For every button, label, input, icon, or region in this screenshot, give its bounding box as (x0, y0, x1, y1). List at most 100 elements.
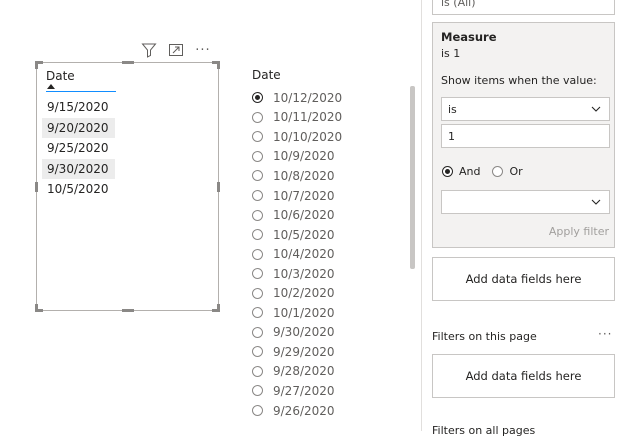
visual-header-toolbar: ··· (140, 41, 212, 59)
table-row[interactable]: 9/25/2020 (42, 138, 115, 159)
operator-value: is (448, 103, 457, 116)
filter-icon[interactable] (140, 41, 158, 59)
slicer-radio[interactable] (252, 209, 263, 221)
value-input-text: 1 (448, 130, 455, 143)
slicer-radio[interactable] (252, 150, 263, 162)
slicer-item[interactable]: 9/26/2020 (252, 401, 342, 421)
slicer-item[interactable]: 10/8/2020 (252, 166, 342, 186)
slicer-radio[interactable] (252, 92, 263, 104)
apply-filter-button[interactable]: Apply filter (549, 225, 609, 238)
or-radio[interactable] (492, 166, 504, 177)
add-data-fields-visual[interactable]: Add data fields here (432, 257, 615, 301)
slicer-item-label: 9/27/2020 (273, 383, 335, 398)
slicer-item[interactable]: 10/6/2020 (252, 205, 342, 225)
slicer-item-label: 9/26/2020 (273, 403, 335, 418)
slicer-item[interactable]: 9/29/2020 (252, 342, 342, 362)
slicer-radio[interactable] (252, 405, 263, 417)
slicer-item-label: 10/8/2020 (273, 168, 335, 183)
slicer-item-label: 10/2/2020 (273, 286, 335, 301)
sort-ascending-icon (47, 84, 55, 89)
filter-card-summary: is (All) (441, 0, 476, 9)
slicer-radio[interactable] (252, 326, 263, 338)
slicer-item-label: 10/1/2020 (273, 305, 335, 320)
slicer-item[interactable]: 10/12/2020 (252, 88, 342, 108)
slicer-item[interactable]: 10/9/2020 (252, 147, 342, 167)
slicer-list: 10/12/2020 10/11/2020 10/10/2020 10/9/2020 1… (252, 88, 342, 420)
slicer-item[interactable]: 10/5/2020 (252, 225, 342, 245)
resize-handle-bottom-right-v[interactable] (217, 304, 220, 312)
slicer-item[interactable]: 10/4/2020 (252, 244, 342, 264)
slicer-item-label: 10/12/2020 (273, 90, 343, 105)
slicer-radio[interactable] (252, 111, 263, 123)
slicer-item[interactable]: 9/30/2020 (252, 323, 342, 343)
slicer-item[interactable]: 10/11/2020 (252, 108, 342, 128)
table-row[interactable]: 9/20/2020 (42, 117, 115, 138)
slicer-item[interactable]: 9/28/2020 (252, 362, 342, 382)
or-label[interactable]: Or (509, 165, 522, 178)
second-operator-dropdown[interactable] (441, 190, 610, 214)
slicer-radio[interactable] (252, 346, 263, 358)
chevron-down-icon (591, 106, 601, 112)
slicer-radio[interactable] (252, 131, 263, 143)
table-body: 9/15/2020 9/20/2020 9/25/2020 9/30/2020 … (42, 97, 115, 200)
slicer-item-label: 10/9/2020 (273, 149, 335, 164)
and-label[interactable]: And (459, 165, 480, 178)
date-slicer: Date 10/12/2020 10/11/2020 10/10/2020 10/9/… (252, 68, 342, 418)
slicer-item[interactable]: 10/10/2020 (252, 127, 342, 147)
slicer-radio[interactable] (252, 287, 263, 299)
measure-filter-card: Measure is 1 Show items when the value: … (432, 22, 615, 248)
slicer-item-label: 10/3/2020 (273, 266, 335, 281)
filter-card-title[interactable]: Measure (441, 30, 497, 44)
slicer-item[interactable]: 10/2/2020 (252, 283, 342, 303)
resize-handle-bottom-left-v[interactable] (35, 304, 38, 312)
resize-handle-top-right-v[interactable] (217, 61, 220, 69)
slicer-radio[interactable] (252, 248, 263, 260)
more-options-icon[interactable]: ··· (194, 41, 212, 59)
focus-mode-icon[interactable] (167, 41, 185, 59)
resize-handle-bottom[interactable] (122, 309, 134, 312)
resize-handle-top[interactable] (122, 61, 134, 64)
slicer-item-label: 10/10/2020 (273, 129, 343, 144)
table-row[interactable]: 10/5/2020 (42, 179, 115, 200)
slicer-radio[interactable] (252, 229, 263, 241)
slicer-item-label: 10/7/2020 (273, 188, 335, 203)
slicer-item[interactable]: 9/27/2020 (252, 381, 342, 401)
resize-handle-top-left-v[interactable] (35, 61, 38, 69)
chevron-down-icon (591, 199, 601, 205)
add-data-fields-page[interactable]: Add data fields here (432, 354, 615, 398)
table-column-header-date[interactable]: Date (46, 69, 116, 92)
filters-pane: is (All) Measure is 1 Show items when th… (421, 0, 626, 437)
slicer-radio[interactable] (252, 268, 263, 280)
more-options-icon[interactable]: ··· (598, 327, 612, 341)
resize-handle-left[interactable] (35, 182, 38, 192)
slicer-item[interactable]: 10/7/2020 (252, 186, 342, 206)
filters-on-this-page-header: Filters on this page (432, 330, 537, 343)
table-row[interactable]: 9/30/2020 (42, 158, 115, 179)
slicer-radio[interactable] (252, 190, 263, 201)
slicer-item-label: 10/11/2020 (273, 110, 343, 125)
resize-handle-right[interactable] (217, 182, 220, 192)
slicer-item-label: 9/30/2020 (273, 325, 335, 340)
and-radio[interactable] (442, 166, 453, 177)
slicer-item-label: 10/6/2020 (273, 208, 335, 223)
slicer-item-label: 10/5/2020 (273, 227, 335, 242)
slicer-item[interactable]: 10/1/2020 (252, 303, 342, 323)
table-row[interactable]: 9/15/2020 (42, 97, 115, 118)
filter-card-collapsed[interactable]: is (All) (432, 0, 615, 15)
slicer-radio[interactable] (252, 307, 263, 319)
show-items-label: Show items when the value: (441, 74, 597, 87)
slicer-radio[interactable] (252, 170, 263, 182)
slicer-item-label: 10/4/2020 (273, 247, 335, 262)
slicer-radio[interactable] (252, 385, 263, 397)
slicer-item-label: 9/29/2020 (273, 344, 335, 359)
filter-card-summary: is 1 (441, 47, 461, 60)
value-input[interactable]: 1 (441, 124, 610, 148)
logic-radio-group: And Or (442, 165, 535, 178)
slicer-radio[interactable] (252, 365, 263, 377)
slicer-scrollbar[interactable] (410, 86, 415, 269)
slicer-title: Date (252, 68, 281, 82)
slicer-item-label: 9/28/2020 (273, 364, 335, 379)
slicer-item[interactable]: 10/3/2020 (252, 264, 342, 284)
operator-dropdown[interactable]: is (441, 97, 610, 121)
table-visual[interactable]: Date 9/15/2020 9/20/2020 9/25/2020 9/30/… (35, 61, 220, 312)
